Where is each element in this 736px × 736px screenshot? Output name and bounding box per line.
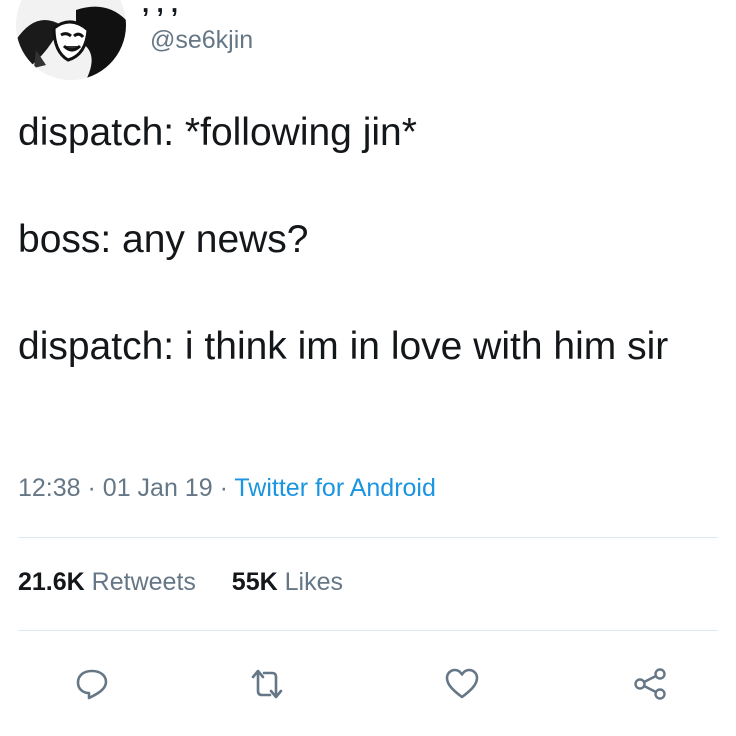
tweet-line: dispatch: *following jin* xyxy=(18,111,417,154)
likes-count: 55K xyxy=(231,568,278,596)
user-handle[interactable]: @se6kjin xyxy=(150,26,253,55)
avatar[interactable] xyxy=(16,0,126,80)
meta-separator: · xyxy=(87,474,96,502)
tweet-stats: 21.6K Retweets 55K Likes xyxy=(18,568,343,597)
tweet-line: dispatch: i think im in love with him si… xyxy=(18,325,669,368)
retweets-count: 21.6K xyxy=(18,568,85,596)
display-name[interactable]: , , , xyxy=(142,0,178,19)
tweet-meta: 12:38 · 01 Jan 19 · Twitter for Android xyxy=(18,474,436,503)
heart-icon xyxy=(445,668,479,699)
tweet-date[interactable]: 01 Jan 19 xyxy=(103,474,213,502)
tweet-time[interactable]: 12:38 xyxy=(18,474,81,502)
tweet-source-link[interactable]: Twitter for Android xyxy=(234,474,435,502)
likes-stat[interactable]: 55K Likes xyxy=(232,568,343,596)
like-button[interactable] xyxy=(440,664,484,704)
divider xyxy=(18,630,718,631)
tweet-text: dispatch: *following jin* boss: any news… xyxy=(18,106,718,373)
reply-icon xyxy=(76,669,108,700)
retweets-stat[interactable]: 21.6K Retweets xyxy=(18,568,203,596)
tweet-line: boss: any news? xyxy=(18,218,309,261)
reply-button[interactable] xyxy=(70,664,114,704)
share-button[interactable] xyxy=(628,664,672,704)
avatar-illustration xyxy=(16,0,126,80)
retweet-icon xyxy=(251,669,283,699)
likes-label: Likes xyxy=(284,568,343,596)
share-icon xyxy=(634,668,666,700)
retweets-label: Retweets xyxy=(91,568,196,596)
retweet-button[interactable] xyxy=(245,664,289,704)
meta-separator: · xyxy=(219,474,228,502)
divider xyxy=(18,537,718,538)
action-bar xyxy=(0,664,736,704)
